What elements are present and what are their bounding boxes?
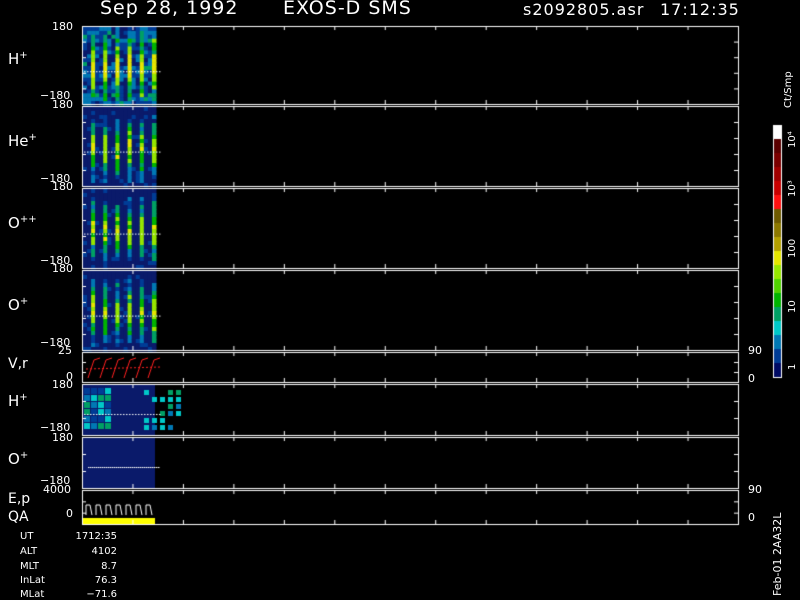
info-mlat: MLat −71.6 — [20, 589, 117, 600]
colorbar-label-100: 100 — [787, 238, 798, 258]
info-inlat: InLat 76.3 — [20, 575, 117, 586]
info-ut: UT 1712:35 — [20, 531, 117, 542]
panel-label-h-plus-small: H+ — [8, 392, 28, 410]
panel-label-vr: V,r — [8, 356, 28, 372]
footer-code: Feb-01 2AA32L — [771, 512, 784, 596]
tick-op-top: 180 — [52, 262, 73, 275]
header-date: Sep 28, 1992 — [100, 0, 239, 19]
tick-vr-top: 25 — [58, 344, 72, 357]
panel-label-o-plus: O+ — [8, 296, 29, 314]
header-instrument: EXOS-D SMS — [283, 0, 412, 19]
colorbar-label-1: 1 — [787, 363, 798, 370]
tick-vr-right-bot: 0 — [748, 372, 755, 385]
tick-vr-right-top: 90 — [748, 344, 762, 357]
tick-h-top: 180 — [52, 20, 73, 33]
panel-label-o-plus-plus: O++ — [8, 214, 37, 232]
info-alt: ALT 4102 — [20, 546, 117, 557]
tick-opp-top: 180 — [52, 180, 73, 193]
tick-os-top: 180 — [52, 431, 73, 444]
header-file: s2092805.asr — [523, 0, 645, 19]
tick-ep-right-top: 90 — [748, 483, 762, 496]
tick-ep-right-bot: 0 — [748, 511, 755, 524]
tick-ep-top: 4000 — [43, 483, 71, 496]
tick-ep-bot: 0 — [66, 507, 73, 520]
colorbar-unit: Ct/Smp — [783, 71, 794, 108]
colorbar-label-10: 10 — [787, 300, 798, 313]
info-mlt: MLT 8.7 — [20, 561, 117, 572]
tick-hs-top: 180 — [52, 378, 73, 391]
panel-label-ep: E,p — [8, 491, 31, 507]
panel-label-qa: QA — [8, 509, 29, 525]
tick-he-top: 180 — [52, 98, 73, 111]
header-time: 17:12:35 — [660, 0, 740, 19]
colorbar-label-10000: 10⁴ — [787, 131, 798, 148]
panel-label-he-plus: He+ — [8, 132, 37, 150]
panel-label-h-plus: H+ — [8, 50, 28, 68]
panel-label-o-plus-small: O+ — [8, 450, 29, 468]
chart-canvas — [0, 0, 800, 600]
colorbar-label-1000: 10³ — [787, 180, 798, 197]
